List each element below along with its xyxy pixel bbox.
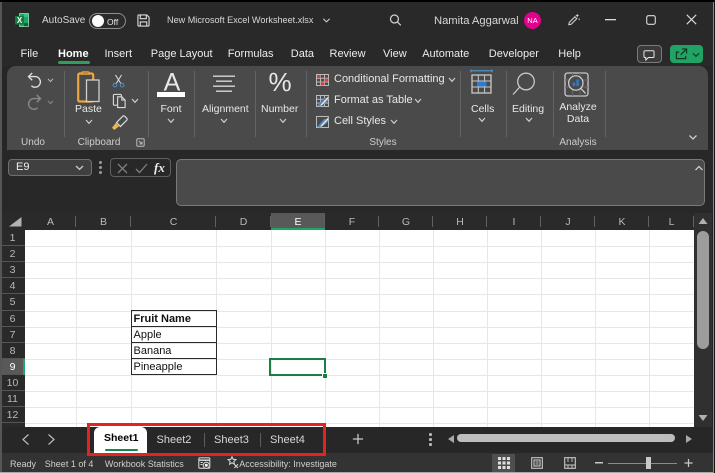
- svg-text:A: A: [164, 69, 181, 94]
- svg-text:%: %: [268, 69, 291, 95]
- svg-text:X: X: [17, 16, 23, 25]
